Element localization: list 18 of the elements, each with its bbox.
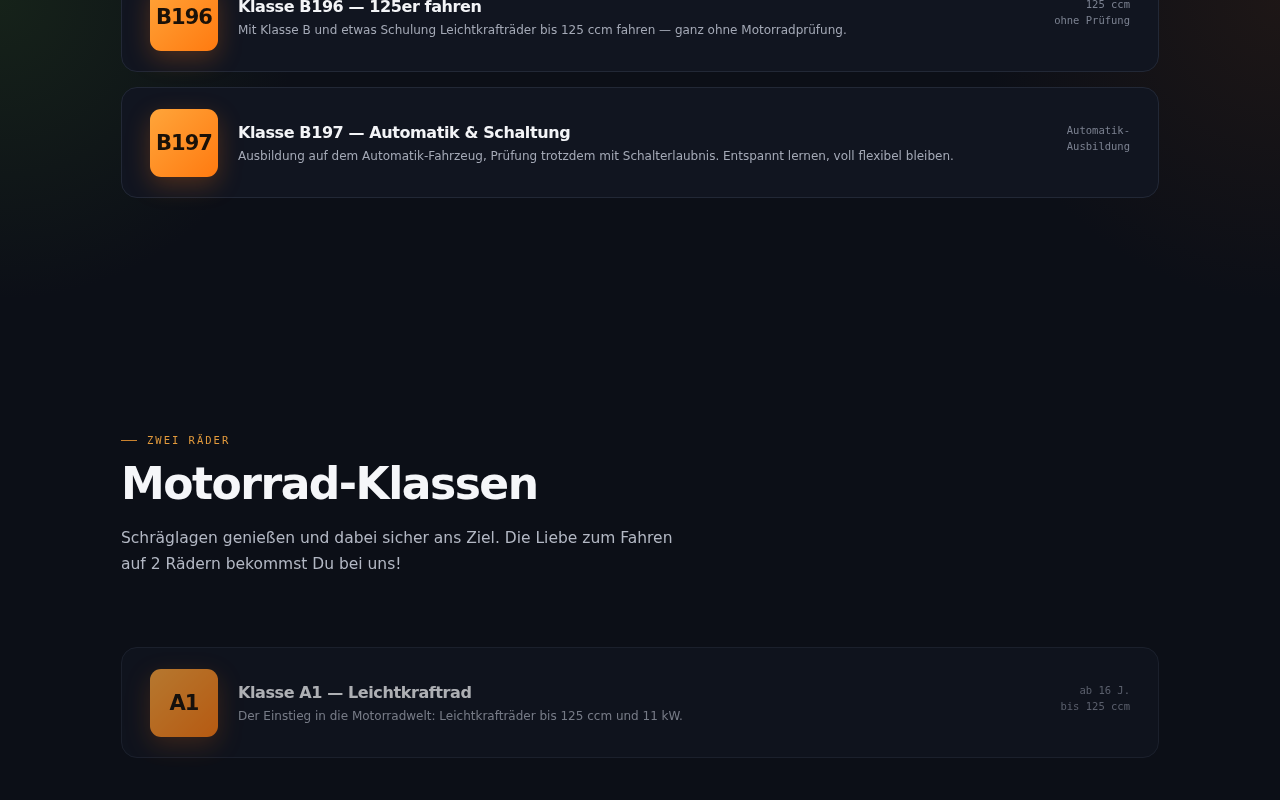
card-title: Klasse A1 — Leichtkraftrad	[238, 682, 473, 702]
card-title: Klasse B196 — 125er fahren	[238, 0, 483, 16]
card-meta: ohne Prüfung	[1054, 13, 1130, 26]
card-meta: Automatik-	[1066, 123, 1130, 136]
card-meta: ab 16 J.	[1079, 683, 1130, 696]
section-intro: Schräglagen genießen und dabei sicher ans Ziel. Die Liebe zum Fahren auf 2 Rädern bekommst Du bei uns!	[121, 528, 674, 575]
class-badge: B196	[150, 0, 218, 51]
card-meta: 125 ccm	[1085, 0, 1130, 10]
class-badge: A1	[150, 668, 218, 737]
class-badge: B197	[150, 108, 218, 177]
card-description: Der Einstieg in die Motorradwelt: Leichtkrafträder bis 125 ccm und 11 kW.	[238, 708, 684, 723]
card-meta: bis 125 ccm	[1060, 699, 1130, 712]
section-eyebrow: ZWEI RÄDER	[147, 434, 231, 446]
card-meta: Ausbildung	[1066, 139, 1130, 152]
section-heading: Motorrad-Klassen	[121, 458, 539, 509]
card-title: Klasse B197 — Automatik & Schaltung	[238, 122, 572, 142]
card-description: Mit Klasse B und etwas Schulung Leichtkrafträder bis 125 ccm fahren — ganz ohne Motorradprüfung.	[238, 22, 848, 37]
card-description: Ausbildung auf dem Automatik-Fahrzeug, Prüfung trotzdem mit Schalterlaubnis. Entspannt lernen, voll flexibel bleiben.	[238, 148, 955, 163]
